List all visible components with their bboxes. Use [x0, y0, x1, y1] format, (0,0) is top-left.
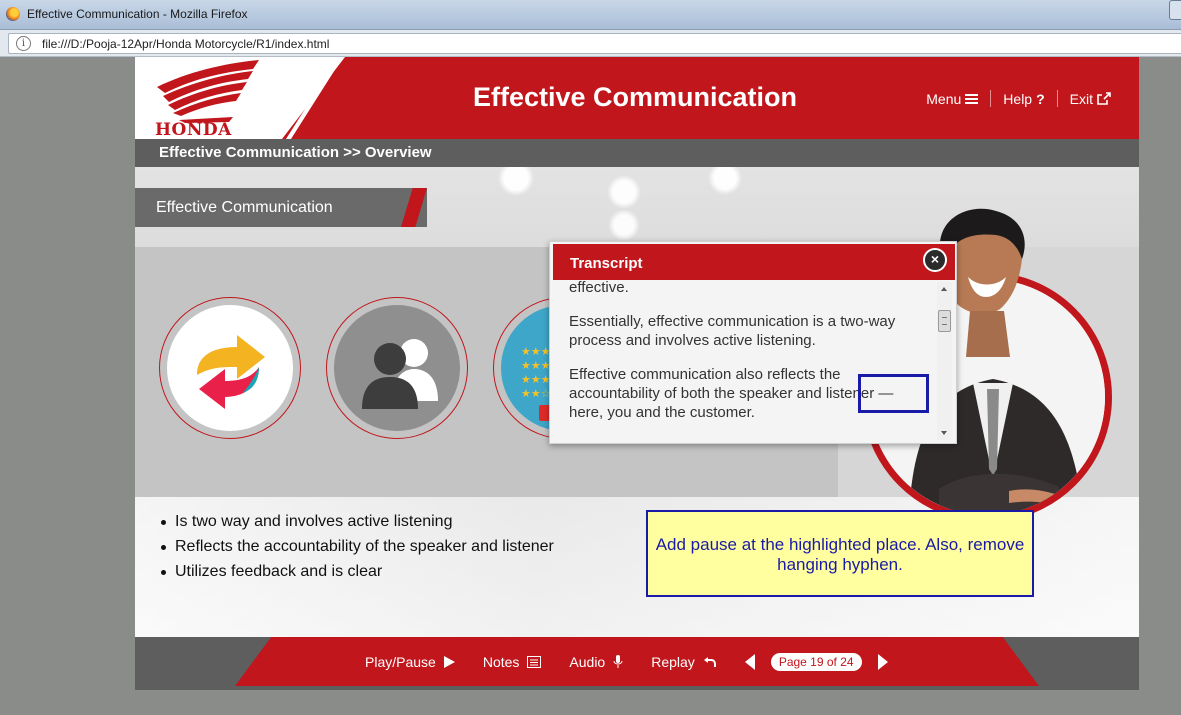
course-title: Effective Communication [472, 82, 798, 112]
scroll-down-icon[interactable] [941, 431, 947, 435]
course-header: HONDA Effective Communication Menu Help … [135, 57, 1139, 139]
honda-wing-icon: HONDA [155, 60, 259, 139]
help-button[interactable]: Help ? [991, 91, 1056, 107]
exit-label: Exit [1069, 90, 1093, 107]
notes-button[interactable]: Notes [483, 654, 542, 670]
player-footer: Play/Pause Notes Audio Replay Page 19 of… [135, 637, 1139, 690]
replay-label: Replay [651, 654, 695, 670]
replay-icon [703, 657, 716, 667]
key-points-list: Is two way and involves active listening… [160, 513, 554, 588]
scroll-thumb[interactable] [938, 310, 951, 332]
player-controls: Play/Pause Notes Audio Replay Page 19 of… [365, 653, 888, 671]
icon-circle-people[interactable] [326, 297, 468, 439]
section-tag-accent [401, 188, 427, 227]
question-icon: ? [1036, 90, 1045, 107]
transcript-popup: Transcript × effective. Essentially, eff… [549, 241, 957, 444]
icon-circle-two-way[interactable] [159, 297, 301, 439]
next-page-button[interactable] [877, 654, 888, 670]
transcript-header: Transcript [553, 244, 955, 280]
section-title: Effective Communication [156, 199, 333, 216]
exit-button[interactable]: Exit [1058, 91, 1123, 107]
help-label: Help [1003, 90, 1033, 107]
scroll-up-icon[interactable] [941, 287, 947, 291]
play-pause-label: Play/Pause [365, 654, 436, 670]
notes-label: Notes [482, 654, 520, 670]
url-field[interactable]: i file:///D:/Pooja-12Apr/Honda Motorcycl… [8, 33, 1181, 54]
honda-wordmark: HONDA [155, 120, 232, 139]
hamburger-icon [965, 93, 979, 104]
info-icon[interactable]: i [16, 36, 31, 51]
close-icon[interactable]: × [923, 248, 947, 272]
transcript-body[interactable]: effective. Essentially, effective commun… [550, 280, 936, 440]
review-note: Add pause at the highlighted place. Also… [646, 510, 1034, 597]
browser-titlebar: Effective Communication - Mozilla Firefo… [0, 0, 1181, 30]
menu-button[interactable]: Menu [914, 91, 990, 107]
audio-label: Audio [569, 654, 606, 670]
previous-page-button[interactable] [744, 654, 755, 670]
address-bar: i file:///D:/Pooja-12Apr/Honda Motorcycl… [0, 30, 1181, 57]
play-icon [443, 656, 455, 668]
external-link-icon [1097, 92, 1111, 105]
audio-button[interactable]: Audio [569, 654, 623, 670]
people-icon [334, 305, 460, 431]
transcript-paragraph: effective. [569, 280, 629, 296]
firefox-icon [6, 7, 20, 21]
list-item: Is two way and involves active listening [160, 513, 554, 538]
two-way-arrows-icon [167, 305, 293, 431]
review-highlight-box [858, 374, 929, 413]
window-title: Effective Communication - Mozilla Firefo… [27, 7, 248, 21]
breadcrumb: Effective Communication >> Overview [135, 139, 1139, 167]
transcript-title: Transcript [570, 255, 643, 272]
header-slash [286, 57, 343, 139]
list-item: Reflects the accountability of the speak… [160, 538, 554, 563]
play-pause-button[interactable]: Play/Pause [365, 654, 455, 670]
url-text[interactable]: file:///D:/Pooja-12Apr/Honda Motorcycle/… [42, 37, 329, 51]
microphone-icon [613, 655, 623, 668]
replay-button[interactable]: Replay [651, 654, 717, 670]
notes-icon [527, 656, 542, 668]
header-nav: Menu Help ? Exit [914, 90, 1123, 107]
transcript-paragraph: Essentially, effective communication is … [569, 313, 896, 349]
section-title-tag: Effective Communication [135, 188, 427, 227]
list-item: Utilizes feedback and is clear [160, 563, 554, 588]
window-control-button[interactable] [1169, 0, 1181, 20]
menu-label: Menu [926, 90, 962, 107]
transcript-scrollbar[interactable] [937, 282, 952, 440]
page-indicator: Page 19 of 24 [770, 653, 862, 671]
